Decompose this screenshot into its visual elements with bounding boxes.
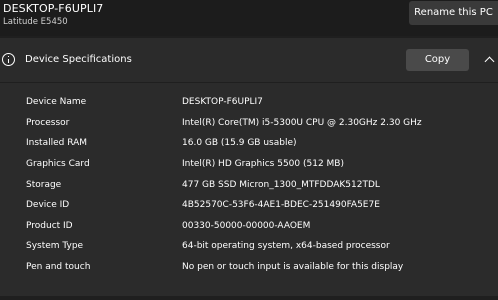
pc-model: Latitude E5450 [3, 17, 68, 27]
section-title: Device Specifications [25, 54, 132, 65]
spec-value: No pen or touch input is available for t… [182, 262, 404, 272]
spec-row-graphics-card: Graphics Card Intel(R) HD Graphics 5500 … [0, 159, 498, 179]
spec-row-storage: Storage 477 GB SSD Micron_1300_MTFDDAK51… [0, 180, 498, 200]
device-specifications-header[interactable]: Device Specifications Copy [0, 38, 498, 83]
spec-label: Device Name [26, 97, 87, 107]
chevron-up-icon[interactable] [484, 56, 495, 67]
spec-row-processor: Processor Intel(R) Core(TM) i5-5300U CPU… [0, 118, 498, 138]
spec-value: 00330-50000-00000-AAOEM [182, 221, 311, 231]
spec-label: System Type [26, 241, 84, 251]
spec-value: DESKTOP-F6UPLI7 [182, 97, 263, 107]
copy-button[interactable]: Copy [406, 49, 469, 71]
rename-pc-button[interactable]: Rename this PC [409, 1, 498, 25]
spec-row-installed-ram: Installed RAM 16.0 GB (15.9 GB usable) [0, 138, 498, 158]
spec-row-device-name: Device Name DESKTOP-F6UPLI7 [0, 97, 498, 117]
spec-label: Graphics Card [26, 159, 90, 169]
pc-header: DESKTOP-F6UPLI7 Latitude E5450 Rename th… [0, 0, 498, 36]
spec-value: Intel(R) HD Graphics 5500 (512 MB) [182, 159, 344, 169]
bottom-divider [0, 296, 498, 300]
spec-row-system-type: System Type 64-bit operating system, x64… [0, 241, 498, 261]
spec-value: 16.0 GB (15.9 GB usable) [182, 138, 297, 148]
spec-label: Device ID [26, 200, 70, 210]
spec-label: Storage [26, 180, 62, 190]
spec-label: Pen and touch [26, 262, 91, 272]
spec-label: Processor [26, 118, 70, 128]
spec-row-pen-and-touch: Pen and touch No pen or touch input is a… [0, 262, 498, 282]
spec-row-device-id: Device ID 4B52570C-53F6-4AE1-BDEC-251490… [0, 200, 498, 220]
pc-name: DESKTOP-F6UPLI7 [3, 2, 104, 15]
spec-label: Product ID [26, 221, 73, 231]
info-icon [2, 53, 15, 66]
device-specifications-card: Device Specifications Copy Device Name D… [0, 38, 498, 300]
spec-label: Installed RAM [26, 138, 88, 148]
spec-value: 4B52570C-53F6-4AE1-BDEC-251490FA5E7E [182, 200, 380, 210]
spec-value: 477 GB SSD Micron_1300_MTFDDAK512TDL [182, 180, 380, 190]
spec-value: 64-bit operating system, x64-based proce… [182, 241, 390, 251]
spec-value: Intel(R) Core(TM) i5-5300U CPU @ 2.30GHz… [182, 118, 422, 128]
spec-row-product-id: Product ID 00330-50000-00000-AAOEM [0, 221, 498, 241]
